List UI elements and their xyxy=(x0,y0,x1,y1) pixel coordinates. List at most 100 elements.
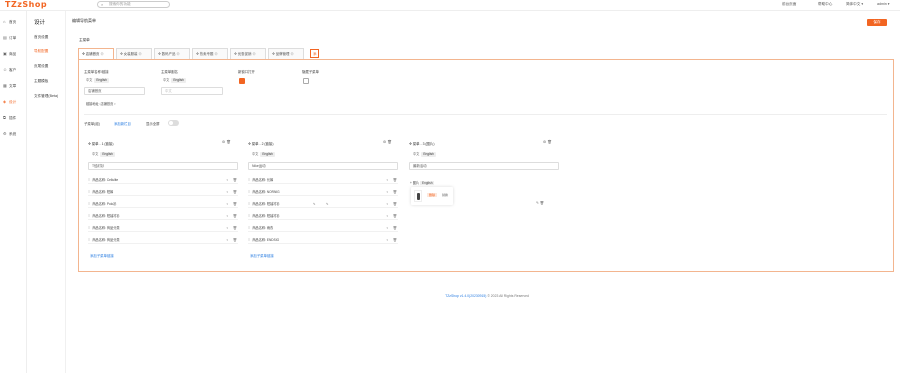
trash-icon[interactable]: 🗑 xyxy=(226,140,231,144)
edit-icon[interactable]: ✎ xyxy=(313,201,316,208)
column-3-name-input[interactable]: 最新活动 xyxy=(409,162,559,170)
lang-zh[interactable]: 中文 xyxy=(161,78,171,83)
sub-item-home-settings[interactable]: 首页设置 xyxy=(34,35,48,40)
replace-image-button[interactable]: 替换 xyxy=(442,193,448,197)
tab-menu-1[interactable]: ✣ 店铺首页 ⊗ xyxy=(78,48,114,59)
drag-handle-icon[interactable]: ⠿ xyxy=(88,190,90,194)
close-icon[interactable]: ⊗ xyxy=(214,52,217,56)
hide-submenu-checkbox[interactable] xyxy=(303,78,309,84)
tab-menu-4[interactable]: ✣ 热卖专题 ⊗ xyxy=(192,48,228,59)
trash-icon[interactable]: 🗑 xyxy=(233,177,237,184)
tab-menu-6[interactable]: ✣ 品牌管理 ⊗ xyxy=(268,48,304,59)
search-input[interactable]: ⌕ 搜索你的功能 xyxy=(97,1,170,8)
trash-icon[interactable]: 🗑 xyxy=(393,225,397,232)
sidebar-item-articles[interactable]: ▦ 文章 xyxy=(2,82,25,90)
settings-icon[interactable]: ⚙ xyxy=(222,140,225,144)
settings-icon[interactable]: ⚙ xyxy=(543,140,546,144)
sidebar-item-design[interactable]: ◈ 设计 xyxy=(2,98,25,106)
topnav-storefront[interactable]: 前台页面 xyxy=(782,2,796,7)
sidebar-item-home[interactable]: ⌂ 首页 xyxy=(2,18,25,26)
drag-handle-icon[interactable]: ⠿ xyxy=(248,226,250,230)
image-thumbnail[interactable] xyxy=(414,190,422,202)
drag-handle-icon[interactable]: ⠿ xyxy=(88,238,90,242)
add-menu-tab-button[interactable]: 添加菜单项 xyxy=(310,49,320,88)
new-window-checkbox[interactable] xyxy=(239,78,245,84)
topnav-help[interactable]: 帮助中心 xyxy=(818,2,832,7)
tab-menu-3[interactable]: ✣ 数码产品 ⊗ xyxy=(154,48,190,59)
column-1-item-5[interactable]: ⠿ 商品名称: 商品分类 ▾ 🗑 xyxy=(88,225,238,232)
topnav-user[interactable]: admin ▾ xyxy=(877,2,890,6)
column-1-name-input[interactable]: T恤衬衫 xyxy=(88,162,238,170)
settings-icon[interactable]: ⚙ xyxy=(383,140,386,144)
sidebar-item-customers[interactable]: ☺ 客户 xyxy=(2,66,25,74)
sidebar-item-orders[interactable]: ▤ 订单 xyxy=(2,34,25,42)
drag-handle-icon[interactable]: ⠿ xyxy=(88,202,90,206)
drag-handle-icon[interactable]: ⠿ xyxy=(88,178,90,182)
sub-item-footer-settings[interactable]: 页尾设置 xyxy=(34,64,48,69)
lang-en[interactable]: English xyxy=(171,78,186,83)
column-1-add-link[interactable]: 添加子菜单链接 xyxy=(90,253,114,258)
column-2-name-input[interactable]: Nike运动 xyxy=(248,162,398,170)
sidebar-item-system[interactable]: ⚙ 系统 xyxy=(2,130,25,138)
close-icon[interactable]: ⊗ xyxy=(252,52,255,56)
delete-image-button[interactable]: 删除 xyxy=(427,193,438,197)
trash-icon[interactable]: 🗑 xyxy=(393,237,397,244)
lang-zh[interactable]: 中文 xyxy=(84,78,94,83)
trash-icon[interactable]: 🗑 xyxy=(547,140,552,144)
lang-en[interactable]: English xyxy=(94,78,109,83)
drag-handle-icon[interactable]: ⠿ xyxy=(88,226,90,230)
tab-menu-2[interactable]: ✣ 女装服装 ⊗ xyxy=(116,48,152,59)
trash-icon[interactable]: 🗑 xyxy=(233,237,237,244)
close-icon[interactable]: ⊗ xyxy=(176,52,179,56)
drag-handle-icon[interactable]: ⠿ xyxy=(248,190,250,194)
column-2-item-1[interactable]: ⠿ 商品名称: 长裤 ▾ 🗑 xyxy=(248,177,398,184)
drag-handle-icon[interactable]: ⠿ xyxy=(248,214,250,218)
footer-version[interactable]: TZzShop v1.4.0(20230915) xyxy=(445,294,486,298)
trash-icon[interactable]: 🗑 xyxy=(233,213,237,220)
column-1-item-4[interactable]: ⠿ 商品名称: 短袖衬衫 ▾ 🗑 xyxy=(88,213,238,220)
column-2-item-5[interactable]: ⠿ 商品名称: 雨衣 ▾ 🗑 xyxy=(248,225,398,232)
link-select[interactable]: 链接地址: 店铺首页 ▾ xyxy=(86,101,116,106)
image-lang[interactable]: English xyxy=(420,181,435,185)
close-icon[interactable]: ⊗ xyxy=(100,52,103,56)
trash-icon[interactable]: 🗑 xyxy=(233,201,237,208)
edit-icon[interactable]: ✎ xyxy=(536,201,539,205)
app-logo[interactable]: TZzShop xyxy=(5,0,47,9)
drag-handle-icon[interactable]: ⠿ xyxy=(248,202,250,206)
drag-handle-icon[interactable]: ⠿ xyxy=(248,238,250,242)
column-2-item-3[interactable]: ⠿ 商品名称: 短袖衬衫 ✎ ✎ ▾ 🗑 xyxy=(248,201,398,208)
trash-icon[interactable]: 🗑 xyxy=(387,140,392,144)
sidebar-item-goods[interactable]: ▣ 商品 xyxy=(2,50,25,58)
trash-icon[interactable]: 🗑 xyxy=(233,225,237,232)
sub-item-nav-config[interactable]: 导航配置 xyxy=(34,49,48,54)
sub-item-files[interactable]: 文件管理(Beta) xyxy=(34,94,58,99)
drag-handle-icon[interactable]: ⠿ xyxy=(248,178,250,182)
column-2-add-link[interactable]: 添加子菜单链接 xyxy=(250,253,274,258)
column-1-item-2[interactable]: ⠿ 商品名称: 短裤 ▾ 🗑 xyxy=(88,189,238,196)
edit-icon[interactable]: ✎ xyxy=(326,201,329,208)
column-1-item-1[interactable]: ⠿ 商品名称: Cellulite ▾ 🗑 xyxy=(88,177,238,184)
add-column-link[interactable]: 添加新栏目 xyxy=(114,121,131,126)
name-input[interactable]: 店铺首页 xyxy=(84,87,145,95)
tab-menu-5[interactable]: ✣ 优惠促销 ⊗ xyxy=(230,48,266,59)
trash-icon[interactable]: 🗑 xyxy=(233,189,237,196)
save-button[interactable]: 保存 xyxy=(867,19,887,26)
column-1-item-3[interactable]: ⠿ 商品名称: Polo衫 ▾ 🗑 xyxy=(88,201,238,208)
trash-icon[interactable]: 🗑 xyxy=(393,177,397,184)
trash-icon[interactable]: 🗑 xyxy=(540,201,544,205)
trash-icon[interactable]: 🗑 xyxy=(393,189,397,196)
sub-name-input[interactable]: 中文 xyxy=(161,87,223,95)
trash-icon[interactable]: 🗑 xyxy=(393,201,397,208)
topnav-language[interactable]: 简体中文 ▾ xyxy=(846,2,863,7)
trash-icon[interactable]: 🗑 xyxy=(393,213,397,220)
column-2-item-2[interactable]: ⠿ 商品名称: NORNIG ▾ 🗑 xyxy=(248,189,398,196)
column-2-item-4[interactable]: ⠿ 商品名称: 短袖衬衫 ▾ 🗑 xyxy=(248,213,398,220)
column-2-item-6[interactable]: ⠿ 商品名称: ENDSIG ▾ 🗑 xyxy=(248,237,398,244)
column-1-item-6[interactable]: ⠿ 商品名称: 商品分类 ▾ 🗑 xyxy=(88,237,238,244)
sidebar-item-plugins[interactable]: ⧉ 插件 xyxy=(2,114,25,122)
fullscreen-toggle[interactable] xyxy=(168,120,179,126)
sub-item-themes[interactable]: 主题模板 xyxy=(34,79,48,84)
close-icon[interactable]: ⊗ xyxy=(138,52,141,56)
close-icon[interactable]: ⊗ xyxy=(290,52,293,56)
drag-handle-icon[interactable]: ⠿ xyxy=(88,214,90,218)
